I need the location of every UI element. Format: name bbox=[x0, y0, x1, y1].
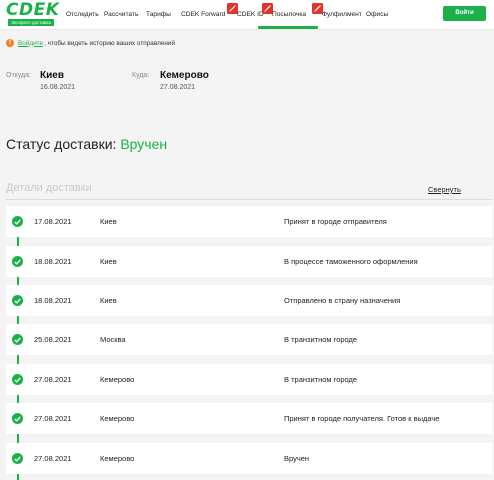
from-date: 16.08.2021 bbox=[40, 84, 76, 91]
nav-item-track[interactable]: Отследить bbox=[66, 11, 99, 18]
check-icon bbox=[12, 256, 23, 267]
divider bbox=[6, 199, 492, 200]
cdek-logo[interactable]: CDEK Экспресс-доставка bbox=[6, 0, 60, 27]
logo-text: CDEK bbox=[6, 0, 60, 20]
event-date: 27.08.2021 bbox=[34, 454, 72, 463]
event-status: В процессе таможенного оформления bbox=[284, 257, 418, 266]
check-icon bbox=[12, 453, 23, 464]
from-label: Откуда: bbox=[6, 72, 31, 79]
tracking-event-row: 18.08.2021 Киев В процессе таможенного о… bbox=[6, 246, 492, 277]
event-city: Киев bbox=[100, 257, 117, 266]
nav-item-parcel[interactable]: Посылочка bbox=[272, 11, 306, 18]
event-city: Киев bbox=[100, 217, 117, 226]
warning-icon: ! bbox=[6, 39, 14, 47]
event-city: Кемерово bbox=[100, 375, 135, 384]
nav-item-cdek-id[interactable]: CDEK ID bbox=[237, 11, 264, 18]
nav-item-cdek-forward[interactable]: CDEK Forward bbox=[181, 11, 225, 18]
login-link[interactable]: Войдите bbox=[18, 40, 43, 47]
active-tab-indicator bbox=[258, 26, 318, 29]
event-status: В транзитном городе bbox=[284, 375, 358, 384]
event-city: Киев bbox=[100, 296, 117, 305]
tracking-event-row: 27.08.2021 Кемерово В транзитном городе bbox=[6, 364, 492, 395]
details-title: Детали доставки bbox=[6, 182, 92, 194]
nav-item-fulfillment[interactable]: Фулфилмент bbox=[322, 11, 362, 18]
event-date: 18.08.2021 bbox=[34, 296, 72, 305]
check-icon bbox=[12, 374, 23, 385]
event-city: Москва bbox=[100, 335, 126, 344]
notice-text: , чтобы видеть историю ваших отправлений bbox=[44, 39, 176, 47]
login-button[interactable]: Войти bbox=[443, 6, 486, 21]
tracking-event-row: 25.08.2021 Москва В транзитном городе bbox=[6, 324, 492, 355]
status-value: Вручен bbox=[120, 136, 168, 152]
event-date: 27.08.2021 bbox=[34, 414, 72, 423]
to-city: Кемерово bbox=[160, 70, 209, 81]
event-status: Вручен bbox=[284, 454, 310, 463]
check-icon bbox=[12, 413, 23, 424]
event-date: 17.08.2021 bbox=[34, 217, 72, 226]
from-city: Киев bbox=[40, 70, 64, 81]
event-date: 27.08.2021 bbox=[34, 375, 72, 384]
delivery-status: Статус доставки: Вручен bbox=[6, 136, 167, 152]
site-header: CDEK Экспресс-доставка Отследить Рассчит… bbox=[0, 0, 494, 30]
tracking-event-row: 27.08.2021 Кемерово Принят в городе полу… bbox=[6, 403, 492, 434]
nav-item-calculate[interactable]: Рассчитать bbox=[104, 11, 138, 18]
to-date: 27.08.2021 bbox=[160, 84, 196, 91]
event-date: 18.08.2021 bbox=[34, 257, 72, 266]
event-city: Кемерово bbox=[100, 454, 135, 463]
to-label: Куда: bbox=[132, 72, 150, 79]
nav-item-tariffs[interactable]: Тарифы bbox=[146, 11, 171, 18]
check-icon bbox=[12, 334, 23, 345]
check-icon bbox=[12, 216, 23, 227]
tracking-event-row: 18.08.2021 Киев Отправлено в страну назн… bbox=[6, 285, 492, 316]
status-label: Статус доставки: bbox=[6, 136, 117, 152]
logo-subtext: Экспресс-доставка bbox=[8, 19, 54, 26]
tracking-event-row: 27.08.2021 Кемерово Вручен bbox=[6, 443, 492, 474]
nav-item-offices[interactable]: Офисы bbox=[366, 11, 388, 18]
event-city: Кемерово bbox=[100, 414, 135, 423]
collapse-link[interactable]: Свернуть bbox=[428, 185, 461, 194]
event-status: Отправлено в страну назначения bbox=[284, 296, 401, 305]
login-notice: ! Войдите , чтобы видеть историю ваших о… bbox=[6, 38, 175, 48]
tracking-event-row: 17.08.2021 Киев Принят в городе отправит… bbox=[6, 206, 492, 237]
event-status: Принят в городе отправителя bbox=[284, 217, 387, 226]
event-status: Принят в городе получателя. Готов к выда… bbox=[284, 414, 440, 423]
check-icon bbox=[12, 295, 23, 306]
event-date: 25.08.2021 bbox=[34, 335, 72, 344]
event-status: В транзитном городе bbox=[284, 335, 358, 344]
